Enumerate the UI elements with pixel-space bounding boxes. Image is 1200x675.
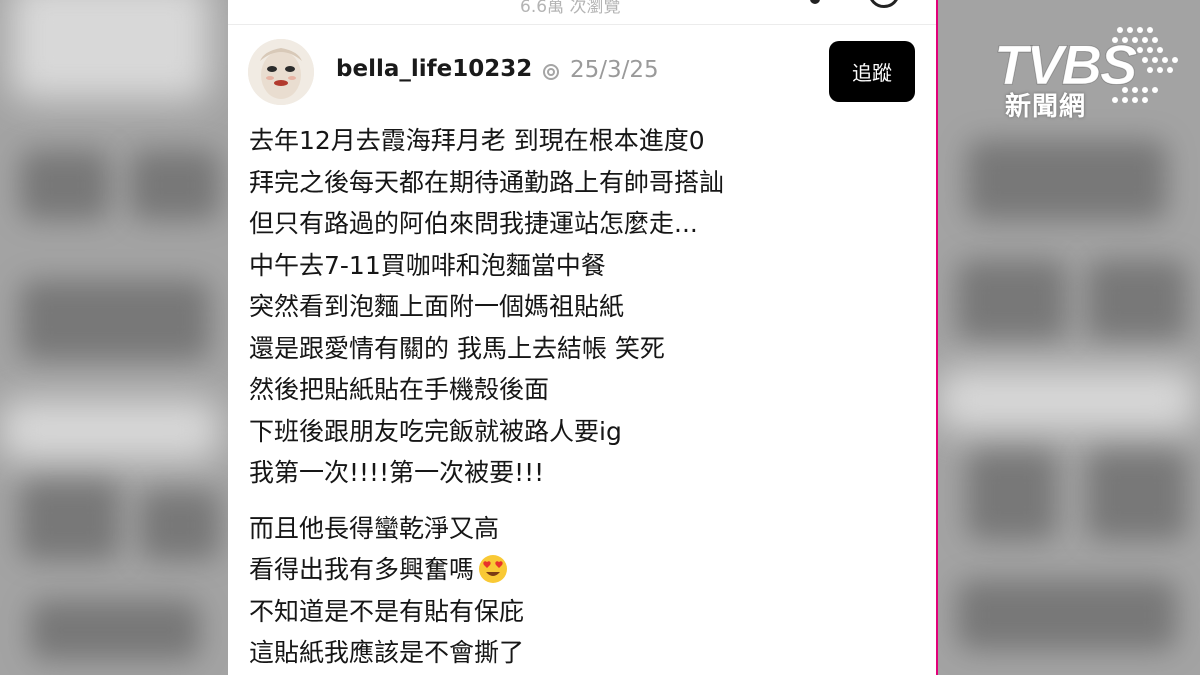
blurred-background-left (0, 0, 228, 675)
threads-post-panel: 6.6萬 次瀏覽 bella_life10232 25/3/25 追蹤 去年12… (228, 0, 937, 675)
post-text-line-with-emoji: 看得出我有多興奮嗎 (249, 549, 919, 591)
post-text-line: 突然看到泡麵上面附一個媽祖貼紙 (249, 292, 625, 321)
post-text-line: 拜完之後每天都在期待通勤路上有帥哥搭訕 (249, 167, 725, 197)
post-text-line: 中午去7-11買咖啡和泡麵當中餐 (249, 250, 606, 280)
top-status-strip: 6.6萬 次瀏覽 (228, 0, 937, 25)
more-options-icon[interactable] (868, 0, 900, 8)
avatar[interactable] (248, 39, 314, 105)
post-text-line: 而且他長得蠻乾淨又高 (249, 513, 500, 543)
post-text-line: 看得出我有多興奮嗎 (249, 555, 475, 584)
post-text-line: 這貼紙我應該是不會撕了 (249, 638, 525, 667)
share-icon[interactable] (810, 0, 820, 4)
panel-edge-divider (936, 0, 938, 675)
post-text-line: 我第一次!!!!第一次被要!!! (249, 458, 545, 487)
post-text-line: 然後把貼紙貼在手機殼後面 (249, 375, 550, 404)
post-date: 25/3/25 (570, 57, 659, 83)
tvbs-logo-subtitle: 新聞網 (1005, 92, 1087, 122)
heart-eyes-emoji-icon (479, 555, 508, 583)
follow-button[interactable]: 追蹤 (829, 41, 915, 102)
avatar-image (248, 39, 314, 105)
username[interactable]: bella_life10232 (336, 56, 532, 82)
screenshot-frame: 6.6萬 次瀏覽 bella_life10232 25/3/25 追蹤 去年12… (0, 0, 1200, 675)
view-count: 6.6萬 次瀏覽 (520, 0, 621, 17)
post-text-line: 但只有路過的阿伯來問我捷運站怎麼走... (249, 209, 698, 238)
post-text-line: 還是跟愛情有關的 我馬上去結帳 笑死 (249, 333, 665, 363)
threads-icon (543, 64, 559, 80)
post-text-line: 不知道是不是有貼有保庇 (249, 596, 525, 626)
post-text-line: 下班後跟朋友吃完飯就被路人要ig (249, 416, 622, 446)
post-body: 去年12月去霞海拜月老 到現在根本進度0 拜完之後每天都在期待通勤路上有帥哥搭訕… (249, 120, 919, 674)
post-text-line: 去年12月去霞海拜月老 到現在根本進度0 (249, 126, 705, 155)
